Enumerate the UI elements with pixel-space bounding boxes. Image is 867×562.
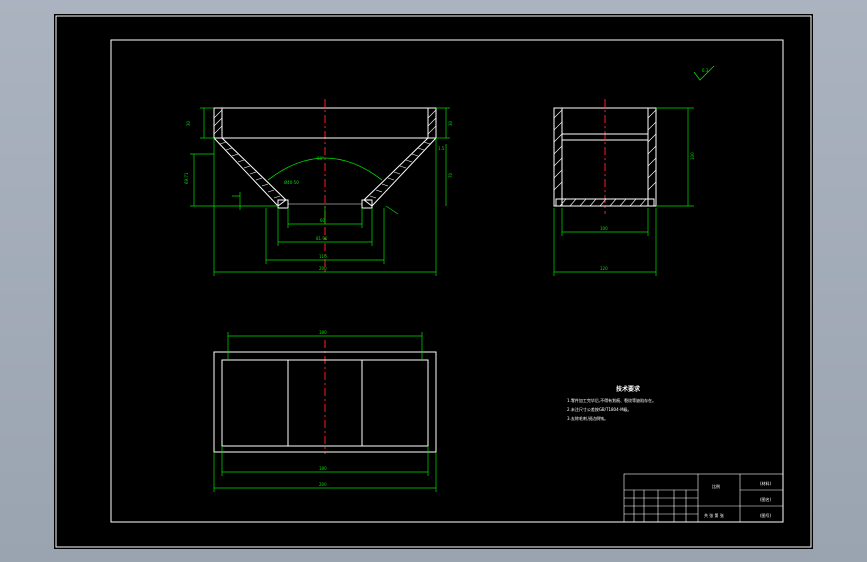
front-view: 60° Ø40-50 30 69.71 30 70 1.5 60 81.96 1… <box>184 99 453 276</box>
technical-notes: 技术要求 1.零件加工完毕后,不得有划痕、裂纹等缺陷存在。 2.未注尺寸公差按G… <box>567 385 656 421</box>
dim-left-side: 69.71 <box>184 172 189 184</box>
dim-chamfer: 1.5 <box>438 146 445 151</box>
title-block-drawing-no: (图号) <box>760 512 772 518</box>
inner-border <box>110 39 784 523</box>
plan-dim-bottom-inner: 180 <box>319 466 327 471</box>
arc-label: 60° <box>317 156 324 161</box>
notes-line-1: 1.零件加工完毕后,不得有划痕、裂纹等缺陷存在。 <box>567 397 656 403</box>
title-block-sheet: 共 张 第 张 <box>704 512 724 518</box>
dim-overall-width: 200 <box>319 266 327 271</box>
drawing-viewport[interactable]: 60° Ø40-50 30 69.71 30 70 1.5 60 81.96 1… <box>54 14 813 549</box>
right-funnel-wall <box>363 137 438 207</box>
dim-bottom-outer: 110 <box>319 254 327 259</box>
title-block-material: (材料) <box>760 480 772 486</box>
left-funnel-wall <box>212 137 287 207</box>
title-block-part-name: (图名) <box>760 496 772 502</box>
notes-line-2: 2.未注尺寸公差按GB/T1804-M级。 <box>567 406 632 412</box>
roughness-symbol: 6.3 <box>693 65 715 81</box>
side-dim-width: 120 <box>600 266 608 271</box>
side-left-wall <box>553 107 563 207</box>
title-block-scale: 比例 <box>712 483 720 489</box>
plan-dim-top: 180 <box>319 330 327 335</box>
dim-left-top: 30 <box>186 120 191 126</box>
cad-canvas: 60° Ø40-50 30 69.71 30 70 1.5 60 81.96 1… <box>55 15 812 548</box>
notes-title: 技术要求 <box>616 385 641 393</box>
arc-label-2: Ø40-50 <box>284 180 299 185</box>
dim-bottom-inner: 60 <box>320 218 326 223</box>
notes-line-3: 3.去除毛刺,锐边倒钝。 <box>567 415 608 421</box>
side-dim-height: 100 <box>690 152 695 160</box>
dim-right-top: 30 <box>448 120 453 126</box>
roughness-value: 6.3 <box>702 68 709 73</box>
plan-dim-bottom-outer: 200 <box>319 482 327 487</box>
dim-bottom-mid: 81.96 <box>316 236 328 241</box>
dim-right-mid: 70 <box>448 172 453 178</box>
left-rim <box>213 107 223 139</box>
side-view: 100 100 120 <box>553 99 695 276</box>
side-right-wall <box>647 107 657 207</box>
outer-border <box>55 15 812 548</box>
right-rim <box>427 107 437 139</box>
side-dim-inner: 100 <box>600 226 608 231</box>
plan-view: 180 180 200 <box>213 330 437 492</box>
